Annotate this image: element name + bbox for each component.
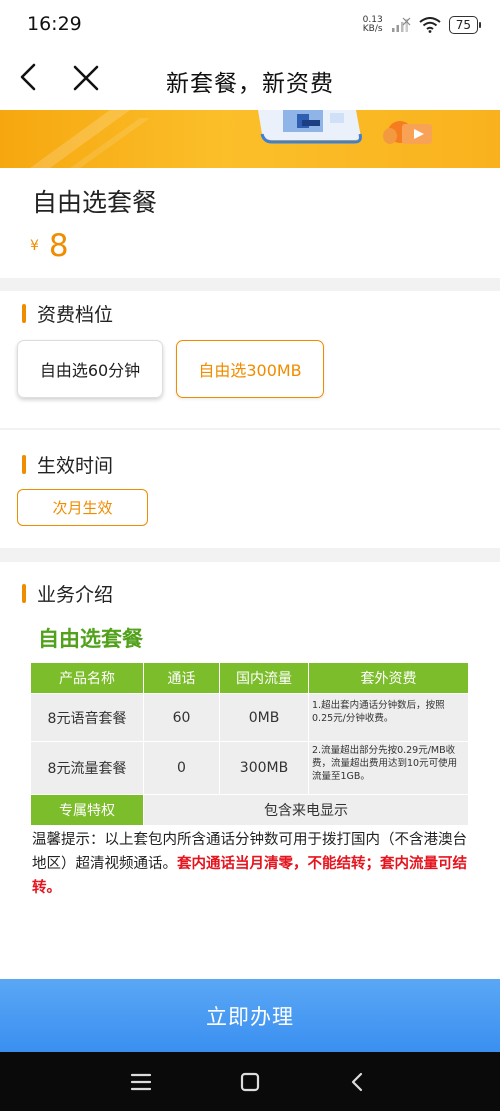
- intro-section: 业务介绍 自由选套餐 产品名称 通话 国内流量 套外资费 8元语音套餐 60 0…: [0, 562, 500, 979]
- nav-bar: 新套餐，新资费: [0, 50, 500, 110]
- tariff-title-text: 资费档位: [37, 304, 114, 326]
- table-row: 8元语音套餐 60 0MB 1.超出套内通话分钟数后，按照0.25元/分钟收费。: [30, 693, 469, 742]
- intro-section-title: 业务介绍: [22, 580, 113, 607]
- table-header-row: 产品名称 通话 国内流量 套外资费: [30, 662, 469, 694]
- effective-section-title: 生效时间: [22, 451, 113, 478]
- table-row: 8元流量套餐 0 300MB 2.流量超出部分先按0.29元/MB收费，流量超出…: [30, 741, 469, 795]
- home-icon[interactable]: [238, 1070, 262, 1094]
- status-time: 16:29: [27, 13, 82, 35]
- tariff-option-300mb[interactable]: 自由选300MB: [176, 340, 324, 398]
- table-cell: 8元流量套餐: [30, 741, 144, 795]
- status-bar: 16:29 0.13 KB/s 75: [0, 0, 500, 50]
- currency-symbol: ¥: [30, 238, 39, 254]
- table-cell: 8元语音套餐: [30, 693, 144, 742]
- apply-now-button[interactable]: 立即办理: [0, 979, 500, 1052]
- extra-fee-text-1: 1.超出套内通话分钟数后，按照0.25元/分钟收费。: [312, 700, 445, 724]
- tariff-section: 资费档位 自由选60分钟 自由选300MB: [0, 291, 500, 428]
- table-header: 套外资费: [308, 662, 469, 694]
- table-header: 通话: [143, 662, 220, 694]
- price-value: 8: [48, 228, 69, 264]
- signal-icon: [391, 17, 411, 32]
- effective-section: 生效时间 次月生效: [0, 430, 500, 548]
- tariff-option-60min[interactable]: 自由选60分钟: [17, 340, 163, 398]
- system-nav-bar: [0, 1052, 500, 1111]
- net-speed-unit: KB/s: [362, 24, 383, 34]
- tips-text: 温馨提示：以上套包内所含通话分钟数可用于拨打国内（不含港澳台地区）超清视频通话。…: [32, 828, 472, 900]
- effective-option-next-month[interactable]: 次月生效: [17, 489, 148, 526]
- table-header: 产品名称: [30, 662, 144, 694]
- wifi-icon: [419, 17, 441, 33]
- product-card: 自由选套餐 ¥8: [0, 168, 500, 278]
- back-nav-icon[interactable]: [346, 1070, 370, 1094]
- banner-illustration: [30, 110, 432, 168]
- table-header: 国内流量: [219, 662, 309, 694]
- section-marker: [22, 304, 26, 323]
- tariff-section-title: 资费档位: [22, 300, 113, 327]
- status-icons: 0.13 KB/s 75: [363, 12, 482, 38]
- table-cell: 0MB: [219, 693, 309, 742]
- section-marker: [22, 455, 26, 474]
- table-cell: 0: [143, 741, 220, 795]
- table-cell: 60: [143, 693, 220, 742]
- intro-title-text: 业务介绍: [37, 584, 114, 606]
- effective-title-text: 生效时间: [37, 455, 114, 477]
- page-title: 新套餐，新资费: [166, 71, 334, 97]
- section-marker: [22, 584, 26, 603]
- table-cell: 300MB: [219, 741, 309, 795]
- extra-fee-text-2: 2.流量超出部分先按0.29元/MB收费，流量超出费用达到10元可使用流量至1G…: [312, 745, 458, 782]
- product-price: ¥8: [30, 228, 69, 264]
- package-table: 产品名称 通话 国内流量 套外资费 8元语音套餐 60 0MB 1.超出套内通话…: [30, 662, 469, 826]
- net-speed: 0.13 KB/s: [363, 16, 383, 34]
- extra-fee-cell: 2.流量超出部分先按0.29元/MB收费，流量超出费用达到10元可使用流量至1G…: [308, 741, 469, 795]
- privilege-label: 专属特权: [30, 794, 144, 826]
- promo-banner[interactable]: [0, 110, 500, 168]
- battery-indicator: 75: [448, 16, 482, 34]
- menu-icon[interactable]: [129, 1070, 153, 1094]
- privilege-value: 包含来电显示: [143, 794, 469, 826]
- intro-subtitle: 自由选套餐: [38, 627, 143, 651]
- product-name: 自由选套餐: [32, 188, 158, 217]
- table-row: 专属特权 包含来电显示: [30, 794, 469, 826]
- extra-fee-cell: 1.超出套内通话分钟数后，按照0.25元/分钟收费。: [308, 693, 469, 742]
